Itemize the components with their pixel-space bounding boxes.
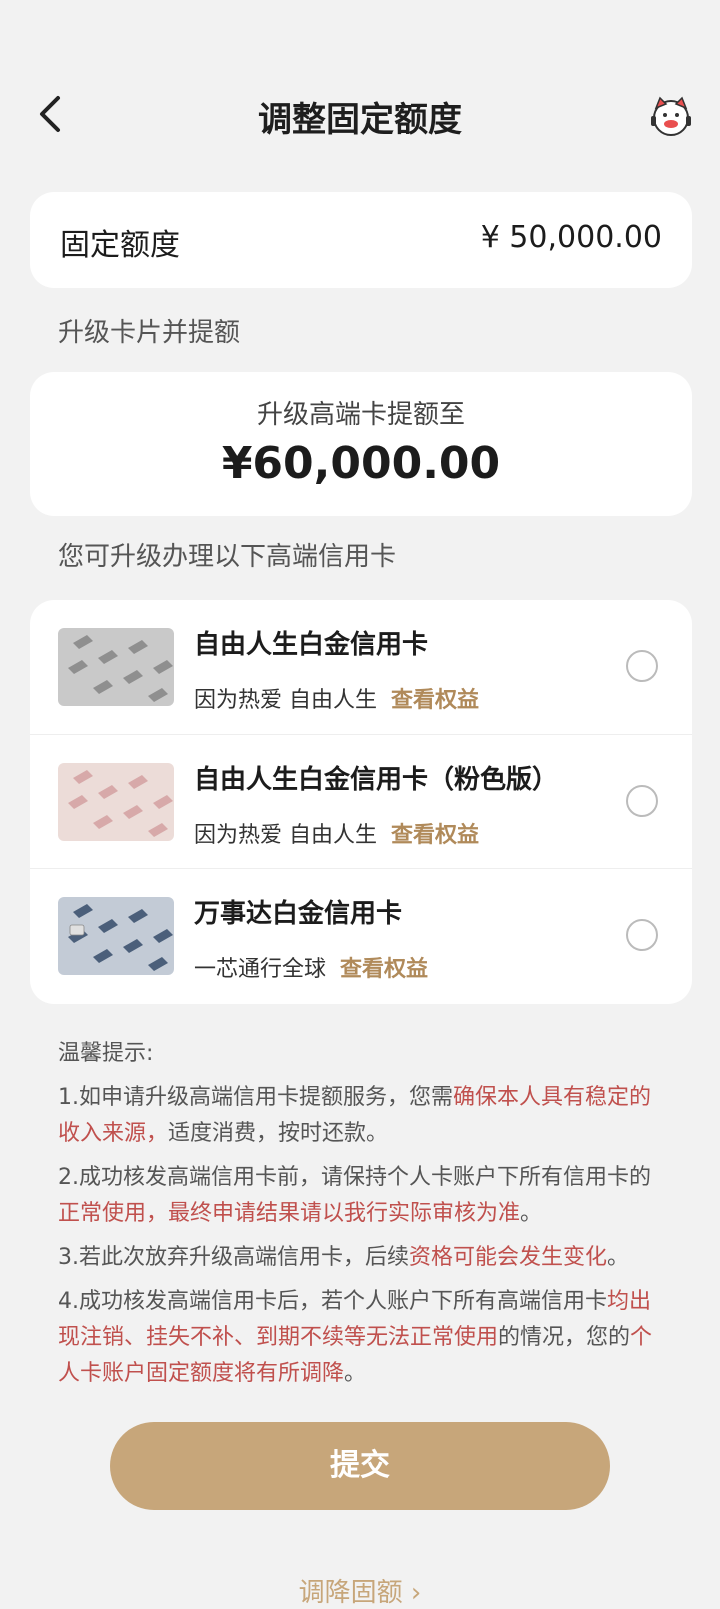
card-option-platinum[interactable]: 自由人生白金信用卡 因为热爱 自由人生 查看权益 [30,600,692,734]
fixed-limit-label: 固定额度 [60,228,180,263]
cards-section-title: 您可升级办理以下高端信用卡 [58,542,397,572]
card-description: 一芯通行全球 查看权益 [194,957,429,982]
lower-fixed-limit-link[interactable]: 调降固额 › [0,1572,720,1609]
top-bar: 调整固定额度 [0,70,720,160]
card-thumbnail-pink [58,763,174,841]
card-option-platinum-pink[interactable]: 自由人生白金信用卡（粉色版） 因为热爱 自由人生 查看权益 [30,734,692,869]
upgrade-subtitle: 升级高端卡提额至 [256,400,465,430]
card-select-radio[interactable] [626,919,658,951]
tip-1: 1.如申请升级高端信用卡提额服务，您需确保本人具有稳定的收入来源，适度消费，按时… [58,1085,652,1146]
page-title: 调整固定额度 [258,100,462,140]
upgrade-section-title: 升级卡片并提额 [58,318,241,348]
card-select-radio[interactable] [626,650,658,682]
card-name: 自由人生白金信用卡（粉色版） [194,765,559,795]
fixed-limit-value: ¥ 50,000.00 [480,220,662,255]
upgrade-amount: ¥60,000.00 [221,438,501,489]
card-name: 万事达白金信用卡 [194,899,403,929]
upgrade-limit-card: 升级高端卡提额至 ¥60,000.00 [30,372,692,516]
card-thumbnail-grey [58,628,174,706]
mascot-assistant-icon[interactable] [648,94,694,140]
view-benefits-link[interactable]: 查看权益 [340,957,428,982]
fixed-limit-card: 固定额度 ¥ 50,000.00 [30,192,692,288]
tips-section: 温馨提示: 1.如申请升级高端信用卡提额服务，您需确保本人具有稳定的收入来源，适… [58,1036,668,1400]
tip-4: 4.成功核发高端信用卡后，若个人账户下所有高端信用卡均出现注销、挂失不补、到期不… [58,1289,653,1386]
tip-3: 3.若此次放弃升级高端信用卡，后续资格可能会发生变化。 [58,1245,630,1270]
card-option-mastercard[interactable]: 万事达白金信用卡 一芯通行全球 查看权益 [30,868,692,1003]
card-select-radio[interactable] [626,785,658,817]
tip-2: 2.成功核发高端信用卡前，请保持个人卡账户下所有信用卡的正常使用，最终申请结果请… [58,1165,651,1226]
credit-card-list: 自由人生白金信用卡 因为热爱 自由人生 查看权益 自由人生白金信用卡（粉色版） 因… [30,600,692,1004]
view-benefits-link[interactable]: 查看权益 [391,823,479,848]
card-description: 因为热爱 自由人生 查看权益 [194,688,480,713]
card-thumbnail-blue [58,897,174,975]
card-name: 自由人生白金信用卡 [194,630,429,660]
tips-title: 温馨提示: [58,1041,154,1066]
view-benefits-link[interactable]: 查看权益 [391,688,479,713]
card-description: 因为热爱 自由人生 查看权益 [194,823,480,848]
submit-button[interactable]: 提交 [110,1422,610,1510]
